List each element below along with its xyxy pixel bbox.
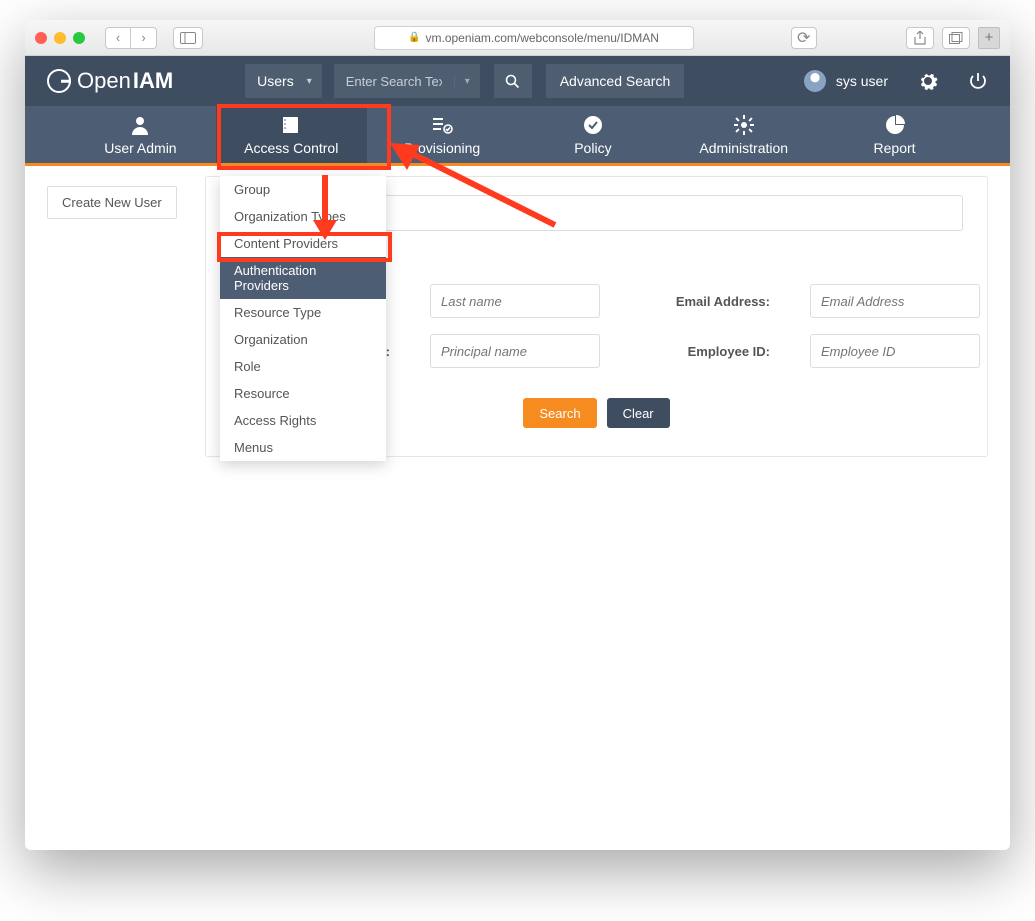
reload-button[interactable]: ⟳ <box>791 27 817 49</box>
sidebar-icon <box>180 32 196 44</box>
nav-user-admin[interactable]: User Admin <box>65 106 216 163</box>
pie-chart-icon <box>884 114 906 136</box>
app-topbar: OpenIAM Users ▾ Advanced Search sys user <box>25 56 1010 106</box>
menu-item-menus[interactable]: Menus <box>220 434 386 461</box>
check-circle-icon <box>582 114 604 136</box>
list-check-icon <box>431 114 453 136</box>
share-icon <box>914 31 926 45</box>
window-controls <box>35 32 85 44</box>
nav-provisioning[interactable]: Provisioning <box>367 106 518 163</box>
employee-input[interactable] <box>810 334 980 368</box>
menu-item-resource-type[interactable]: Resource Type <box>220 299 386 326</box>
content-area: Create New User arts with' algorithm Ema… <box>25 176 1010 796</box>
minimize-window-button[interactable] <box>54 32 66 44</box>
tabs-button[interactable] <box>942 27 970 49</box>
avatar <box>804 70 826 92</box>
access-control-dropdown: Group Organization Types Content Provide… <box>220 176 386 461</box>
search-icon <box>505 74 520 89</box>
address-bar[interactable]: 🔒 vm.openiam.com/webconsole/menu/IDMAN <box>374 26 694 50</box>
search-button[interactable] <box>494 64 532 98</box>
lock-icon: 🔒 <box>408 32 420 43</box>
new-tab-button[interactable]: + <box>978 27 1000 49</box>
menu-item-resource[interactable]: Resource <box>220 380 386 407</box>
nav-report[interactable]: Report <box>819 106 970 163</box>
back-button[interactable]: ‹ <box>105 27 131 49</box>
user-icon <box>129 114 151 136</box>
menu-item-content-providers[interactable]: Content Providers <box>220 230 386 257</box>
menu-item-access-rights[interactable]: Access Rights <box>220 407 386 434</box>
logo-icon <box>47 69 71 93</box>
gear-icon <box>733 114 755 136</box>
maximize-window-button[interactable] <box>73 32 85 44</box>
employee-label: Employee ID: <box>640 344 770 359</box>
menu-item-group[interactable]: Group <box>220 176 386 203</box>
create-new-user-button[interactable]: Create New User <box>47 186 177 219</box>
nav-buttons: ‹ › <box>105 27 157 49</box>
book-icon <box>280 114 302 136</box>
email-input[interactable] <box>810 284 980 318</box>
menu-item-organization[interactable]: Organization <box>220 326 386 353</box>
nav-administration[interactable]: Administration <box>668 106 819 163</box>
close-window-button[interactable] <box>35 32 47 44</box>
search-input[interactable] <box>334 74 454 89</box>
logout-button[interactable] <box>968 71 988 91</box>
clear-button[interactable]: Clear <box>607 398 670 428</box>
share-button[interactable] <box>906 27 934 49</box>
sidebar-toggle-button[interactable] <box>173 27 203 49</box>
nav-access-control[interactable]: Access Control <box>216 106 367 163</box>
main-nav: User Admin Access Control Provisioning P… <box>25 106 1010 166</box>
user-menu[interactable]: sys user <box>804 70 888 92</box>
tabs-icon <box>949 32 963 44</box>
nav-policy[interactable]: Policy <box>517 106 668 163</box>
lastname-input[interactable] <box>430 284 600 318</box>
email-label: Email Address: <box>640 294 770 309</box>
menu-item-organization-types[interactable]: Organization Types <box>220 203 386 230</box>
search-box: ▾ <box>334 64 480 98</box>
menu-item-role[interactable]: Role <box>220 353 386 380</box>
gear-icon <box>921 74 938 90</box>
browser-window: ‹ › 🔒 vm.openiam.com/webconsole/menu/IDM… <box>25 20 1010 850</box>
advanced-search-button[interactable]: Advanced Search <box>546 64 685 98</box>
forward-button[interactable]: › <box>131 27 157 49</box>
search-button[interactable]: Search <box>523 398 596 428</box>
search-options-dropdown[interactable]: ▾ <box>454 76 480 87</box>
power-icon <box>971 73 985 88</box>
search-scope-dropdown[interactable]: Users <box>245 64 322 98</box>
menu-item-authentication-providers[interactable]: Authentication Providers <box>220 257 386 299</box>
principal-input[interactable] <box>430 334 600 368</box>
titlebar: ‹ › 🔒 vm.openiam.com/webconsole/menu/IDM… <box>25 20 1010 56</box>
logo[interactable]: OpenIAM <box>47 68 173 94</box>
url-text: vm.openiam.com/webconsole/menu/IDMAN <box>426 31 659 45</box>
settings-button[interactable] <box>918 71 938 91</box>
